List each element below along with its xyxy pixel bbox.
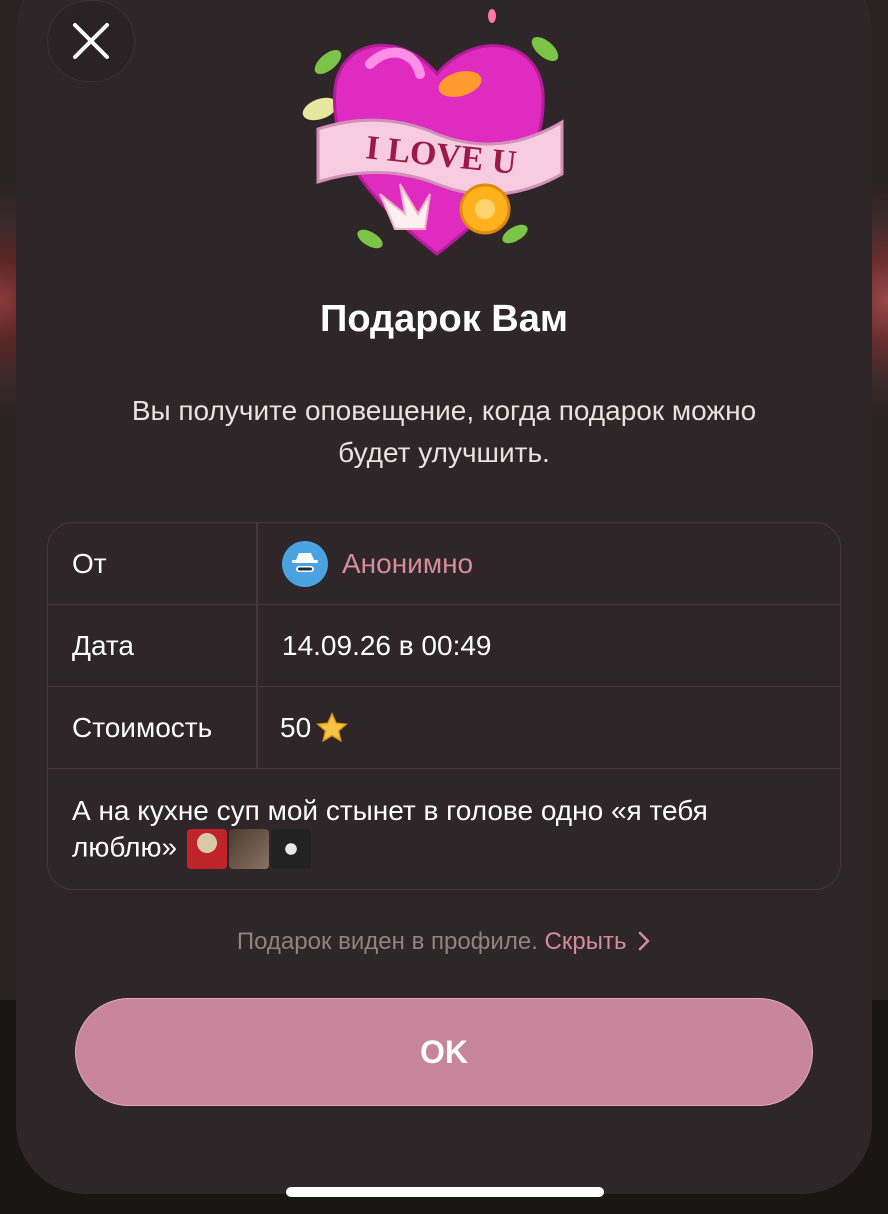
visibility-note: Подарок виден в профиле. Скрыть [0, 928, 888, 956]
ok-button[interactable]: OK [75, 998, 813, 1106]
hide-link-label: Скрыть [544, 928, 627, 955]
anonymous-avatar-icon [282, 540, 328, 587]
table-row-from: От Анонимно [48, 523, 840, 605]
date-label: Дата [72, 629, 135, 661]
price-value-container: 50 [280, 687, 349, 768]
gift-subtitle: Вы получите оповещение, когда подарок мо… [131, 395, 757, 468]
price-label: Стоимость [72, 711, 213, 743]
gift-sticker-heart: I LOVE U [300, 4, 575, 274]
date-value: 14.09.26 в 00:49 [282, 629, 492, 661]
table-row-price: Стоимость 50 [48, 687, 840, 769]
gift-title: Подарок Вам [320, 298, 568, 340]
dark-sticker-emoji [270, 829, 311, 869]
price-value: 50 [280, 711, 312, 743]
table-row-date: Дата 14.09.26 в 00:49 [48, 605, 840, 687]
from-label: От [72, 547, 107, 579]
gift-info-table: От Анонимно Дата 14.09.26 в 00:49 Стоимо… [47, 522, 841, 890]
close-icon [73, 23, 109, 59]
star-icon [316, 711, 349, 742]
gift-message-text: А на кухне суп мой стынет в голове одно … [72, 795, 708, 863]
home-indicator [286, 1187, 604, 1197]
from-value-sender[interactable]: Анонимно [282, 523, 473, 604]
photo-emoji [228, 829, 269, 869]
gift-message: А на кухне суп мой стынет в голове одно … [72, 793, 816, 869]
hide-link[interactable]: Скрыть [545, 928, 652, 955]
close-button[interactable] [47, 0, 135, 82]
chevron-right-icon [638, 931, 650, 951]
cat-sticker-emoji [186, 829, 227, 869]
from-value: Анонимно [342, 547, 474, 579]
visibility-note-text: Подарок виден в профиле. [236, 928, 538, 955]
